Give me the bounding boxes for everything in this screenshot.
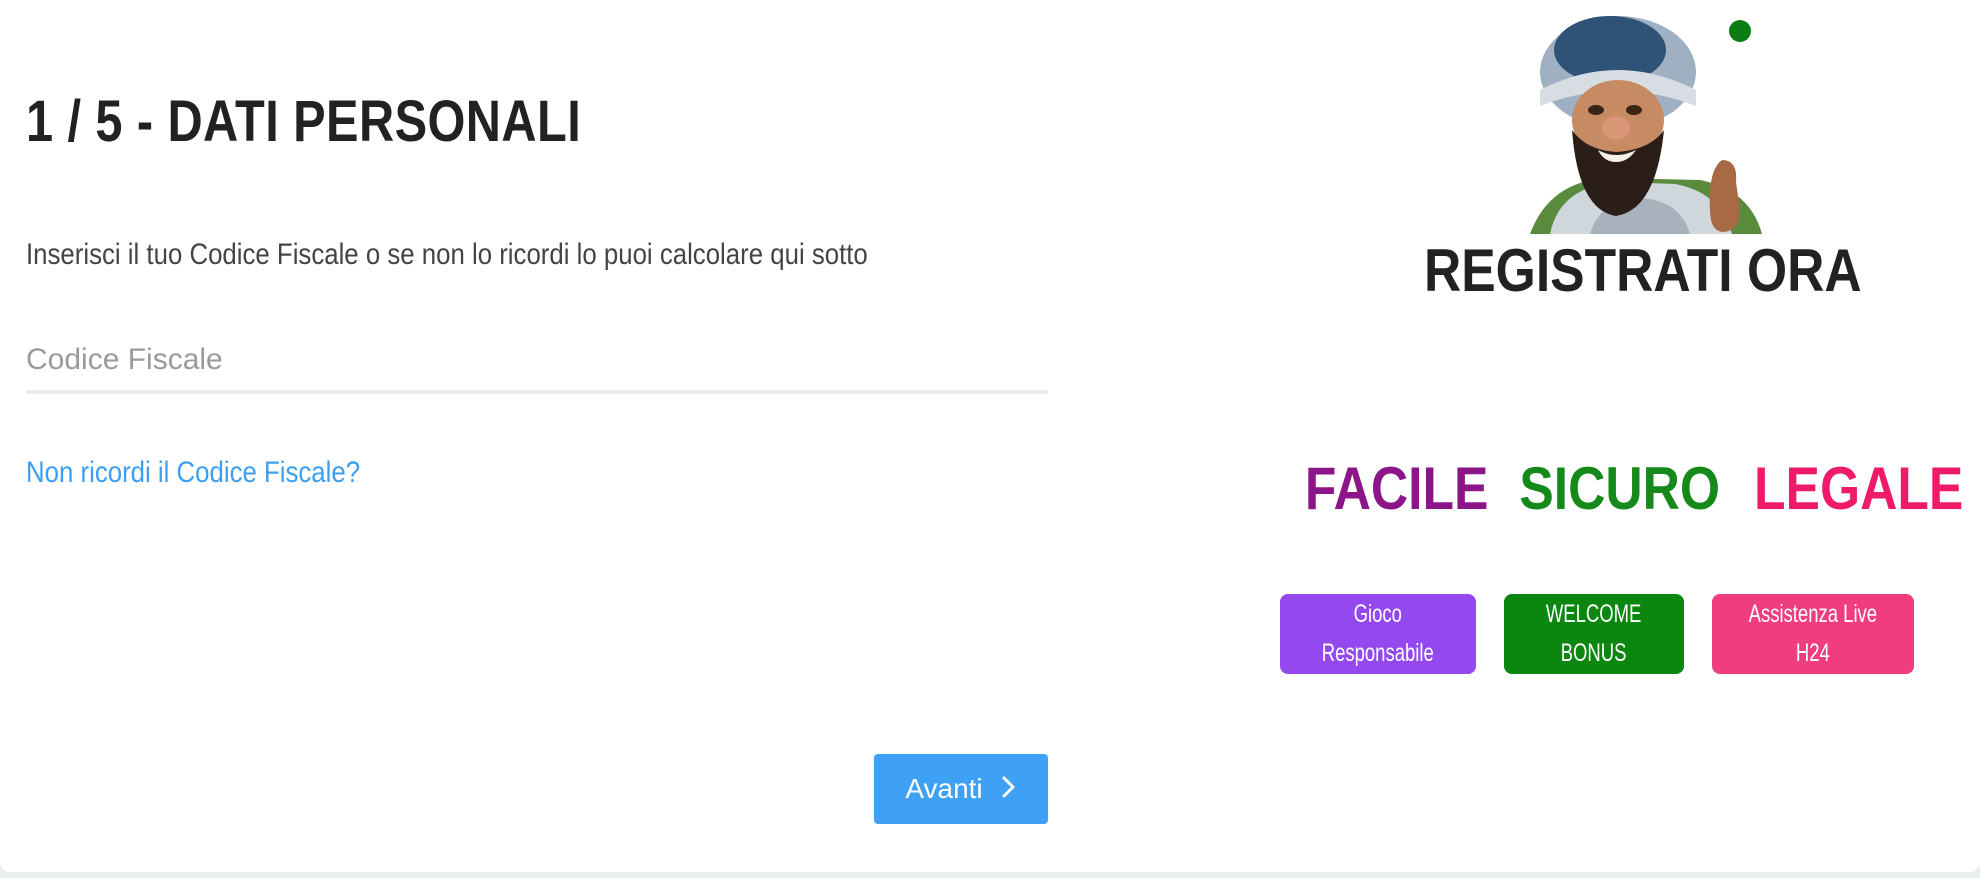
badge-line: H24: [1796, 639, 1830, 667]
live-support-badge[interactable]: Assistenza Live H24: [1712, 594, 1914, 674]
badge-line: WELCOME: [1546, 600, 1642, 628]
responsible-gaming-badge[interactable]: Gioco Responsabile: [1280, 594, 1476, 674]
badge-line: Assistenza Live: [1748, 600, 1878, 628]
badge-line: Gioco: [1353, 600, 1403, 628]
tagline-sicuro: SICURO: [1519, 455, 1721, 522]
tagline: FACILE SICURO LEGALE: [1290, 454, 1963, 523]
registration-card: 1 / 5 - DATI PERSONALI Inserisci il tuo …: [0, 0, 1980, 872]
mascot-image: [1500, 10, 1770, 234]
tagline-legale: LEGALE: [1753, 455, 1964, 522]
instruction-text: Inserisci il tuo Codice Fiscale o se non…: [26, 238, 868, 271]
welcome-bonus-badge[interactable]: WELCOME BONUS: [1504, 594, 1684, 674]
next-button[interactable]: Avanti: [874, 754, 1048, 824]
badge-line: BONUS: [1561, 639, 1627, 667]
codice-fiscale-input[interactable]: [26, 330, 1048, 394]
forgot-codice-fiscale-link[interactable]: Non ricordi il Codice Fiscale?: [26, 456, 360, 490]
tagline-facile: FACILE: [1304, 455, 1489, 522]
register-now-heading: REGISTRATI ORA: [1424, 237, 1862, 304]
badge-line: Responsabile: [1321, 639, 1435, 667]
chevron-right-icon: [1001, 775, 1017, 803]
next-button-label: Avanti: [905, 773, 983, 804]
page-title: 1 / 5 - DATI PERSONALI: [26, 89, 582, 154]
status-dot: [1729, 20, 1751, 42]
